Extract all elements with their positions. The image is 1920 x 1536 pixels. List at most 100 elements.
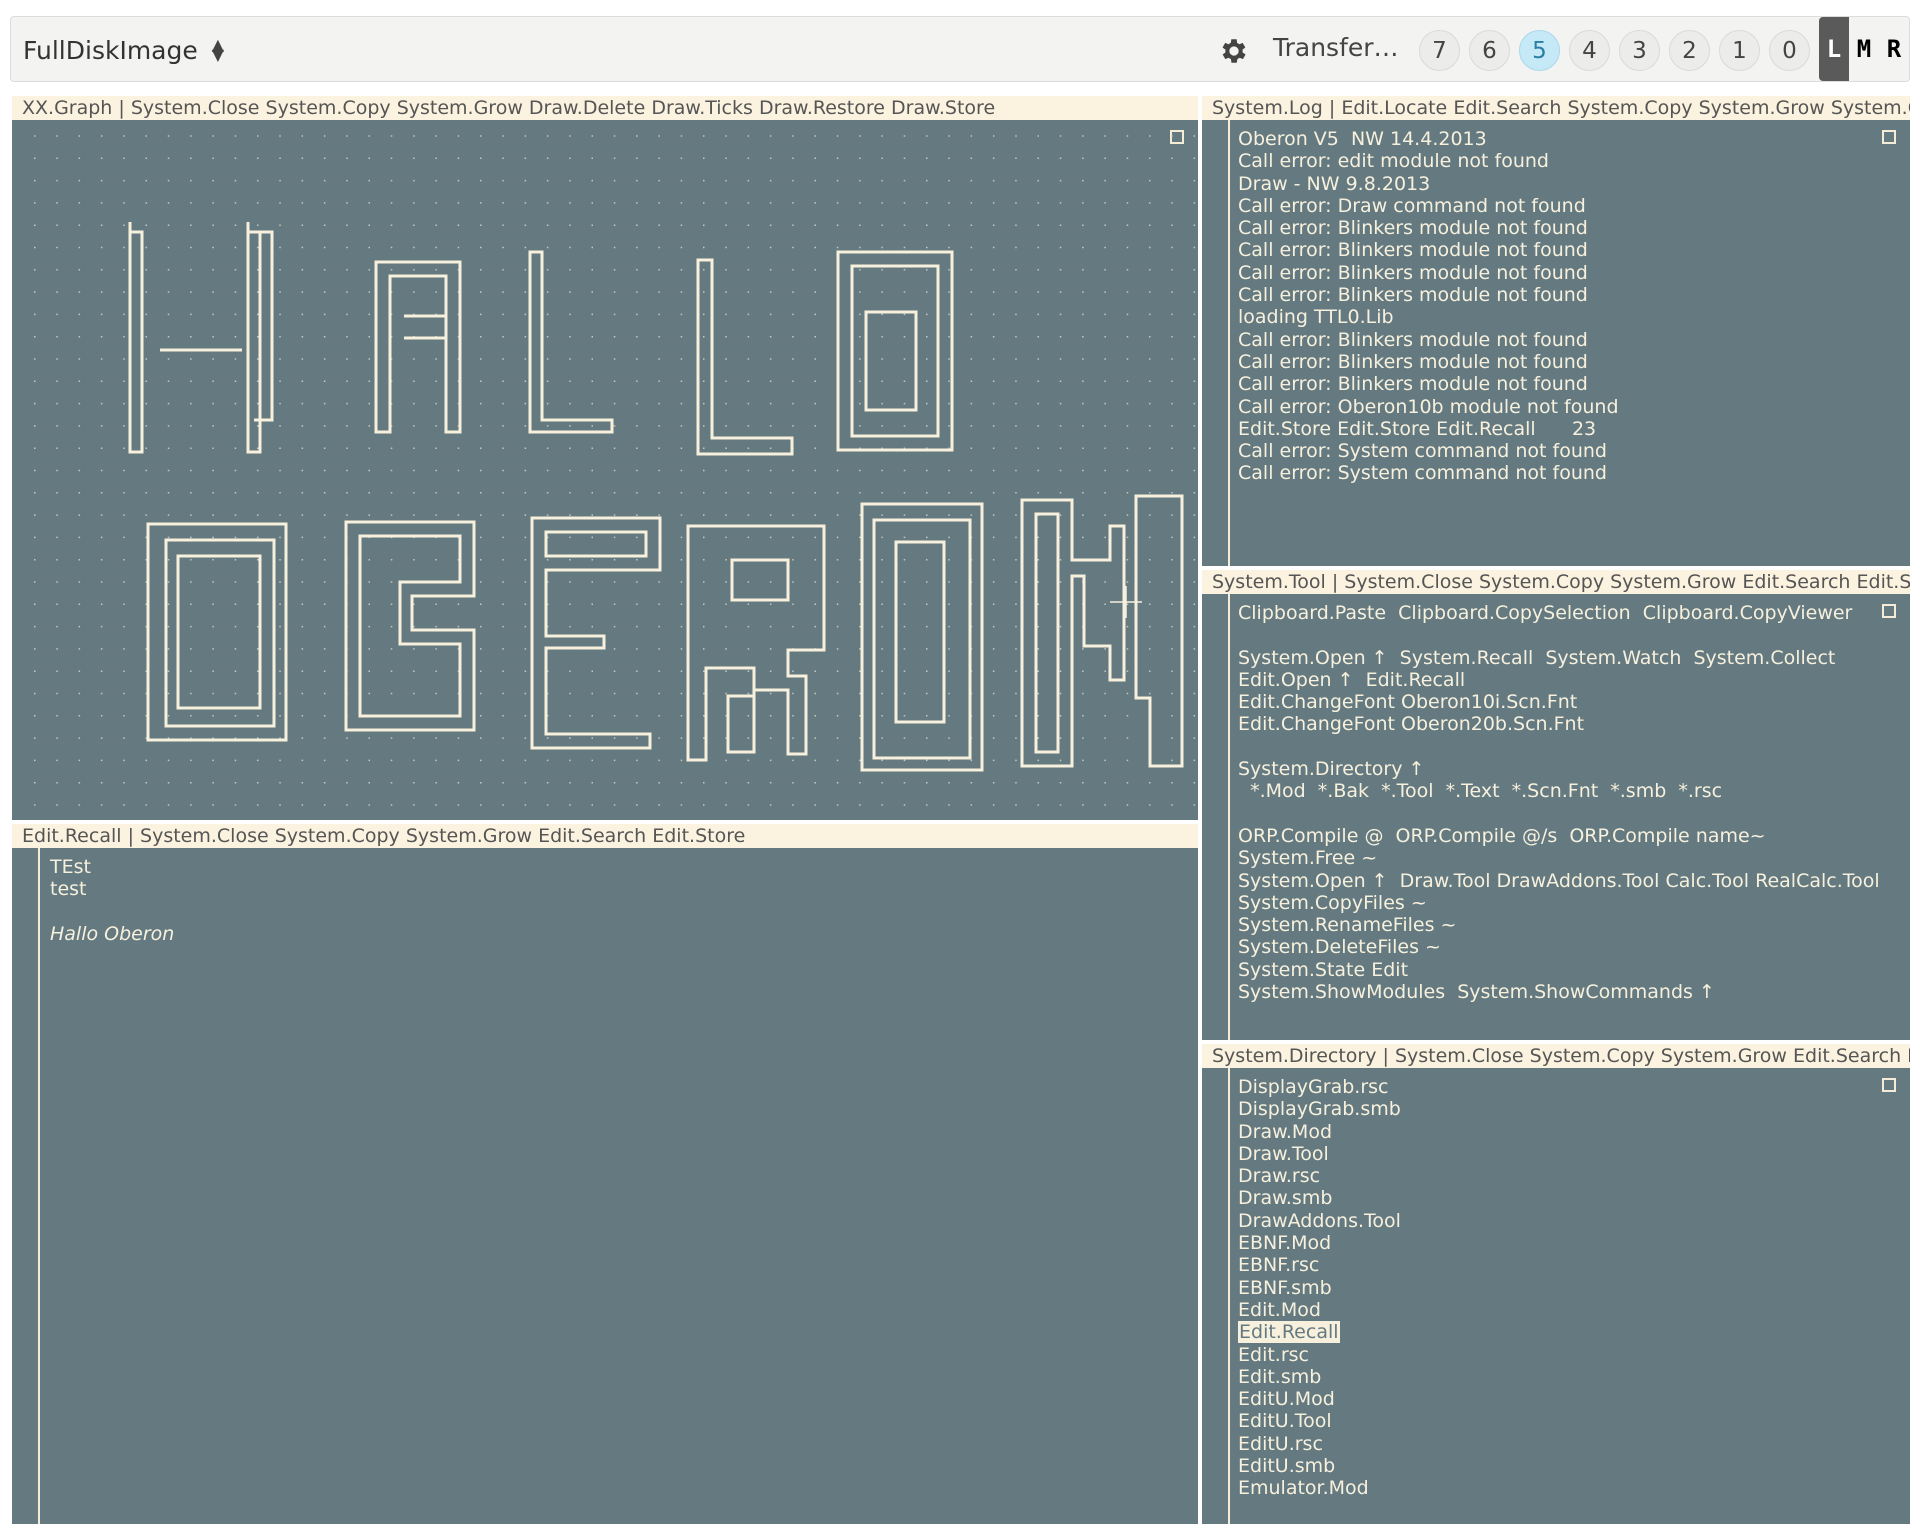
clock-button-0[interactable]: 0 — [1769, 30, 1810, 71]
command-edit-store[interactable]: Edit.Store — [652, 825, 745, 847]
command-draw-ticks[interactable]: Draw.Ticks — [651, 97, 753, 119]
text-line-content[interactable]: Clipboard.Paste Clipboard.CopySelection … — [1238, 602, 1852, 624]
text-line[interactable]: ORP.Compile @ ORP.Compile @/s ORP.Compil… — [1238, 825, 1880, 847]
scroll-bar[interactable] — [1202, 1068, 1230, 1524]
text-line[interactable]: System.State Edit — [1238, 959, 1880, 981]
text-line[interactable]: Edit.Mod — [1238, 1299, 1401, 1321]
drawing-letter-9[interactable] — [860, 502, 984, 772]
recall-text[interactable]: TEst test Hallo Oberon — [50, 856, 174, 945]
text-line[interactable]: System.Open ↑ System.Recall System.Watch… — [1238, 647, 1880, 669]
clock-button-3[interactable]: 3 — [1619, 30, 1660, 71]
recall-viewer-title[interactable]: Edit.Recall | System.Close System.Copy S… — [12, 824, 1198, 848]
text-line-content[interactable]: Call error: Blinkers module not found — [1238, 351, 1588, 373]
directory-text-area[interactable]: DisplayGrab.rsc DisplayGrab.smb Draw.Mod Dr… — [1202, 1068, 1910, 1524]
text-line[interactable]: EBNF.Mod — [1238, 1232, 1401, 1254]
viewer-name[interactable]: XX.Graph — [22, 97, 112, 119]
command-edit-search[interactable]: Edit.Search — [538, 825, 646, 847]
text-line[interactable]: Oberon V5 NW 14.4.2013 — [1238, 128, 1619, 150]
text-line[interactable]: Edit.Store Edit.Store Edit.Recall 23 — [1238, 418, 1619, 440]
clock-button-1[interactable]: 1 — [1719, 30, 1760, 71]
graph-viewer-title[interactable]: XX.Graph | System.Close System.Copy Syst… — [12, 96, 1198, 120]
drawing-letter-3[interactable] — [696, 258, 794, 456]
drawing-letter-6[interactable] — [344, 520, 476, 732]
log-viewer-title[interactable]: System.Log | Edit.Locate Edit.Search Sys… — [1202, 96, 1910, 120]
clock-button-7[interactable]: 7 — [1419, 30, 1460, 71]
text-line[interactable]: Draw.smb — [1238, 1187, 1401, 1209]
text-line-content[interactable]: DisplayGrab.rsc — [1238, 1076, 1388, 1098]
text-line-content[interactable]: Draw - NW 9.8.2013 — [1238, 173, 1430, 195]
mouse-button-r[interactable]: R — [1879, 17, 1909, 81]
text-line[interactable] — [1238, 803, 1880, 825]
drawing-letter-0[interactable] — [128, 222, 274, 454]
tool-viewer-title[interactable]: System.Tool | System.Close System.Copy S… — [1202, 570, 1910, 594]
text-line[interactable]: Draw.rsc — [1238, 1165, 1401, 1187]
command-system-copy[interactable]: System.Copy — [266, 97, 391, 119]
text-line-content[interactable]: Hallo Oberon — [50, 923, 174, 945]
command-system-close[interactable]: System.Close — [1395, 1045, 1524, 1067]
viewer-name[interactable]: System.Tool — [1212, 571, 1326, 593]
text-line[interactable]: Call error: Blinkers module not found — [1238, 262, 1619, 284]
command-edit-search[interactable]: Edit.Search — [1793, 1045, 1901, 1067]
command-draw-delete[interactable]: Draw.Delete — [529, 97, 645, 119]
text-line-content[interactable]: Draw.smb — [1238, 1187, 1332, 1209]
text-line-content[interactable]: Edit.ChangeFont Oberon20b.Scn.Fnt — [1238, 713, 1584, 735]
tool-text[interactable]: Clipboard.Paste Clipboard.CopySelection … — [1238, 602, 1880, 1003]
text-line-content[interactable]: Call error: edit module not found — [1238, 150, 1549, 172]
text-line[interactable]: Emulator.Mod — [1238, 1477, 1401, 1499]
scroll-bar[interactable] — [1202, 594, 1230, 1040]
command-system-grow[interactable]: System.Grow — [1610, 571, 1736, 593]
text-line-content[interactable]: TEst — [50, 856, 91, 878]
log-text-area[interactable]: Oberon V5 NW 14.4.2013 Call error: edit m… — [1202, 120, 1910, 566]
text-line[interactable]: Edit.ChangeFont Oberon10i.Scn.Fnt — [1238, 691, 1880, 713]
viewer-name[interactable]: System.Log — [1212, 97, 1323, 119]
command-system-close[interactable]: System.Close — [131, 97, 260, 119]
command-system-copy[interactable]: System.Copy — [1479, 571, 1604, 593]
command-edit-search[interactable]: Edit.Search — [1742, 571, 1850, 593]
text-line[interactable] — [50, 901, 174, 923]
text-line-content[interactable]: DisplayGrab.smb — [1238, 1098, 1401, 1120]
scroll-bar[interactable] — [1202, 120, 1230, 566]
command-edit-search[interactable]: Edit.Search — [1453, 97, 1561, 119]
text-line[interactable]: Hallo Oberon — [50, 923, 174, 945]
command-draw-store[interactable]: Draw.Store — [891, 97, 995, 119]
drawing-letter-8[interactable] — [686, 524, 826, 762]
text-line[interactable]: System.Free ~ — [1238, 847, 1880, 869]
drawing-letter-7[interactable] — [530, 516, 662, 750]
text-line-content[interactable]: System.RenameFiles ~ — [1238, 914, 1456, 936]
text-line-content[interactable]: EditU.Tool — [1238, 1410, 1332, 1432]
text-line-content[interactable]: Call error: System command not found — [1238, 462, 1607, 484]
hallo-oberon-drawing[interactable] — [12, 120, 1198, 820]
text-line-content[interactable]: *.Mod *.Bak *.Tool *.Text *.Scn.Fnt *.sm… — [1238, 780, 1722, 802]
text-line-content[interactable]: Edit.Store Edit.Store Edit.Recall 23 — [1238, 418, 1596, 440]
viewer-corner-box[interactable] — [1882, 130, 1896, 144]
command-system-grow[interactable]: System.Grow — [397, 97, 523, 119]
text-line-content[interactable]: System.State Edit — [1238, 959, 1408, 981]
text-line[interactable]: Call error: Oberon10b module not found — [1238, 396, 1619, 418]
text-line[interactable]: test — [50, 878, 174, 900]
command-edit-locate[interactable]: Edit.Locate — [1341, 97, 1447, 119]
command-system-clear[interactable]: System.Clear — [1831, 97, 1910, 119]
drawing-letter-5[interactable] — [146, 522, 288, 742]
text-line-content[interactable]: Edit.Open ↑ Edit.Recall — [1238, 669, 1465, 691]
clock-button-4[interactable]: 4 — [1569, 30, 1610, 71]
text-line[interactable]: Call error: Blinkers module not found — [1238, 239, 1619, 261]
text-line[interactable]: Edit.rsc — [1238, 1344, 1401, 1366]
clock-button-6[interactable]: 6 — [1469, 30, 1510, 71]
tool-text-area[interactable]: Clipboard.Paste Clipboard.CopySelection … — [1202, 594, 1910, 1040]
command-system-copy[interactable]: System.Copy — [1567, 97, 1692, 119]
text-line[interactable]: DisplayGrab.smb — [1238, 1098, 1401, 1120]
command-system-close[interactable]: System.Close — [140, 825, 269, 847]
text-line-content[interactable]: Call error: Blinkers module not found — [1238, 284, 1588, 306]
clock-button-5[interactable]: 5 — [1519, 30, 1560, 71]
text-line[interactable]: Call error: System command not found — [1238, 440, 1619, 462]
command-edit-store[interactable]: Edit.Store — [1857, 571, 1911, 593]
text-line-content[interactable]: Edit.Mod — [1238, 1299, 1321, 1321]
text-line-content[interactable]: Call error: Blinkers module not found — [1238, 239, 1588, 261]
drawing-letter-10[interactable] — [1020, 494, 1184, 768]
command-system-copy[interactable]: System.Copy — [1530, 1045, 1655, 1067]
text-line-content[interactable]: Edit.ChangeFont Oberon10i.Scn.Fnt — [1238, 691, 1577, 713]
command-edit-st[interactable]: Edit.St — [1907, 1045, 1910, 1067]
text-line-content[interactable]: test — [50, 878, 87, 900]
command-system-close[interactable]: System.Close — [1344, 571, 1473, 593]
drawing-letter-2[interactable] — [528, 250, 614, 434]
